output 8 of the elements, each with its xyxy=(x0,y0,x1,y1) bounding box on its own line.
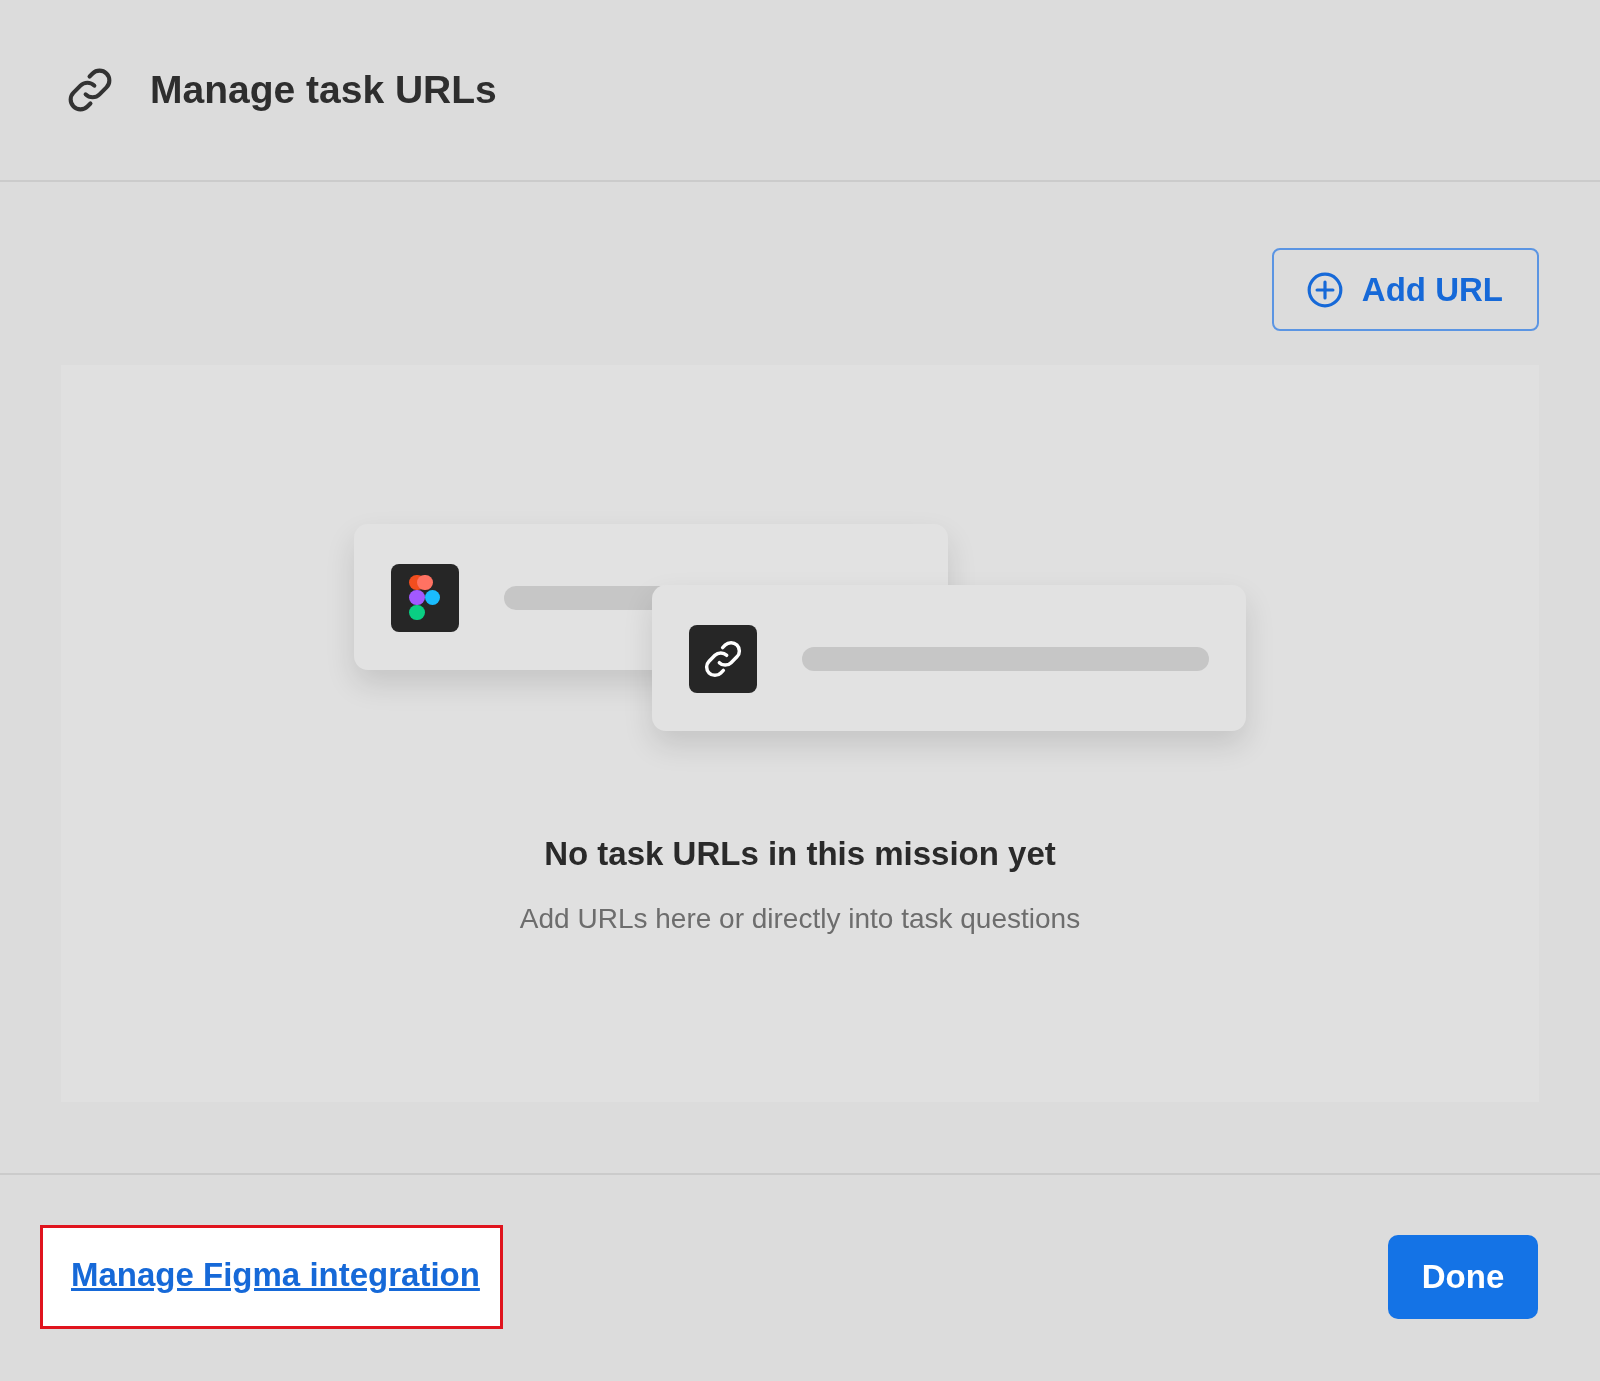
empty-state-subtitle: Add URLs here or directly into task questions xyxy=(518,903,1082,935)
figma-integration-link[interactable]: Manage Figma integration xyxy=(71,1256,480,1293)
logo-icon xyxy=(408,575,442,621)
plus-circle-icon xyxy=(1305,270,1344,309)
empty-state-title: No task URLs in this mission yet xyxy=(543,835,1057,873)
dialog-title: Manage task URLs xyxy=(150,68,497,112)
done-button[interactable]: Done xyxy=(1388,1235,1538,1319)
add-url-button[interactable]: Add URL xyxy=(1271,248,1539,331)
